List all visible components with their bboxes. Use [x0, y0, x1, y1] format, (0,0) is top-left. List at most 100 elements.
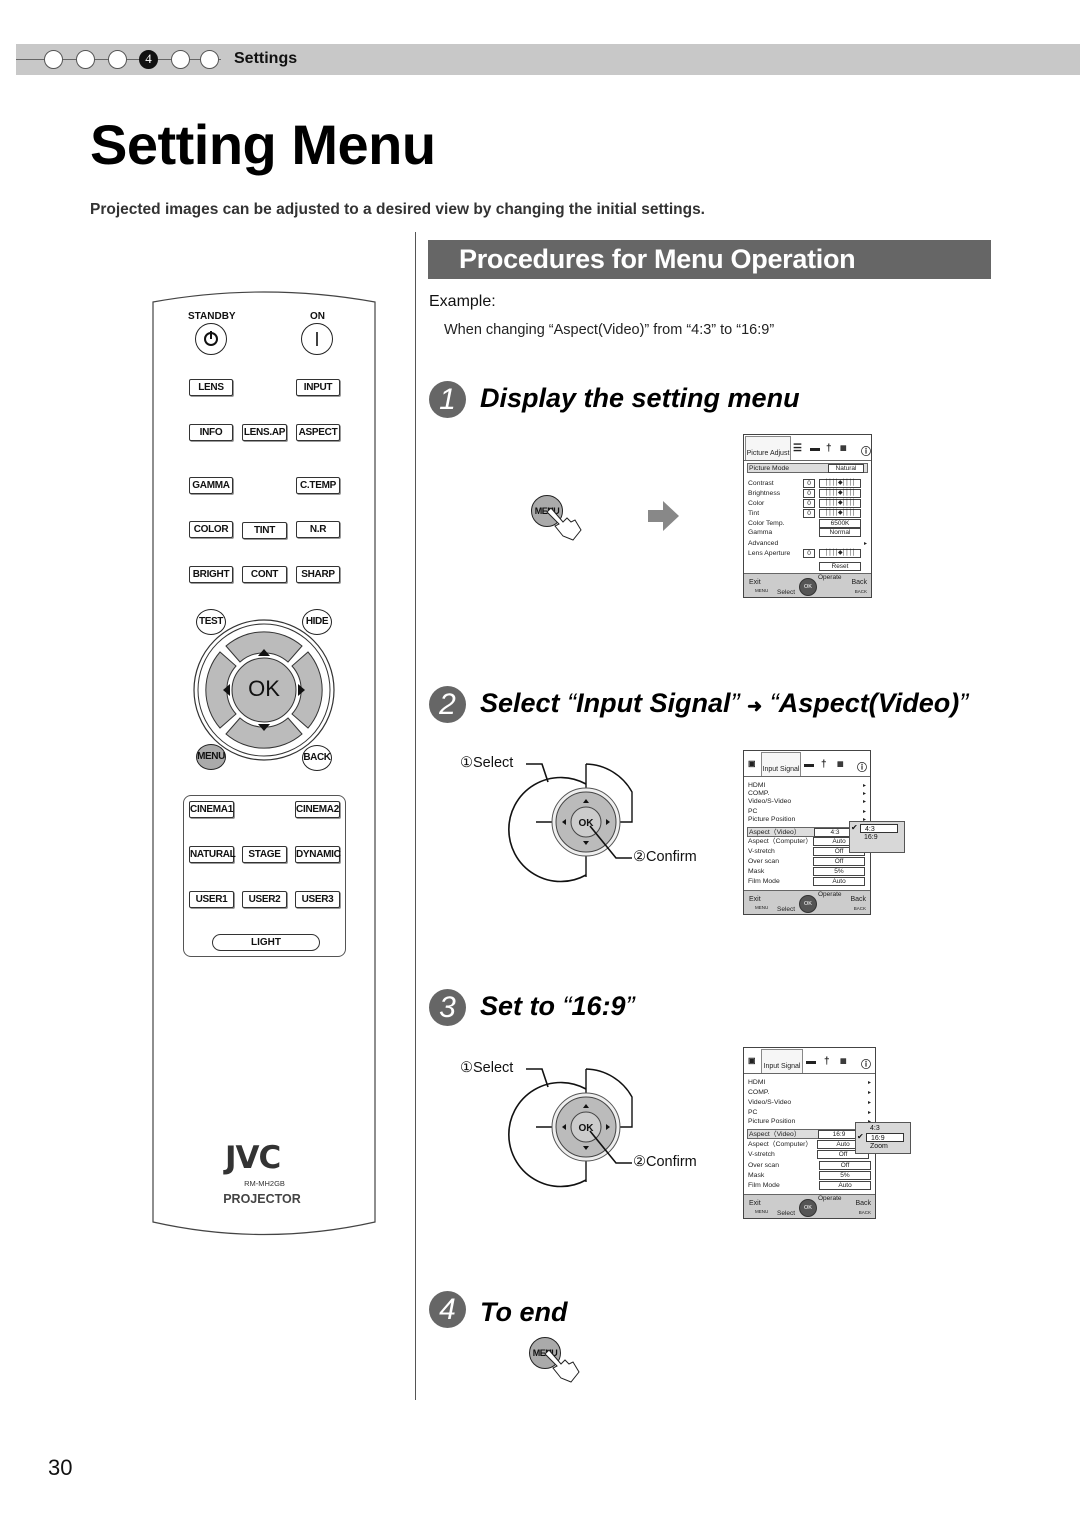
dpad-diagram-step-2: OK ①Select ②Confirm [458, 752, 718, 887]
option-zoom[interactable]: Zoom [866, 1142, 888, 1151]
cinema1-button[interactable]: CINEMA1 [189, 801, 234, 818]
step-number: 4 [429, 1291, 466, 1328]
info-icon[interactable]: ⓘ [861, 443, 871, 458]
mask-row[interactable]: Mask 5% [747, 867, 867, 877]
checkmark-icon: ✔ [851, 823, 858, 832]
tint-button[interactable]: TINT [242, 522, 287, 539]
cinema2-button[interactable]: CINEMA2 [295, 801, 340, 818]
settings-icon[interactable]: ▦ [837, 760, 844, 768]
reset-row[interactable]: Reset [747, 562, 868, 572]
film-mode-row[interactable]: Film Mode Auto [747, 1181, 872, 1191]
sharp-button[interactable]: SHARP [296, 566, 340, 583]
dynamic-button[interactable]: DYNAMIC [295, 846, 341, 863]
aspect-button[interactable]: ASPECT [296, 424, 340, 441]
installation-icon[interactable]: ▬ [806, 1056, 816, 1067]
menu-button[interactable]: MENU [196, 744, 226, 770]
pointing-hand-icon [546, 507, 582, 541]
color-slider[interactable]: ││││◆││││ [819, 499, 861, 508]
advanced-row[interactable]: Advanced ▸ [747, 539, 868, 549]
brightness-slider[interactable]: ││││◆││││ [819, 489, 861, 498]
brightness-row[interactable]: Brightness 0 ││││◆││││ [747, 489, 868, 499]
info-icon[interactable]: ⓘ [857, 759, 867, 774]
video-s-video-row[interactable]: Video/S-Video ▸ [747, 1098, 872, 1108]
tab-input-signal[interactable]: Input Signal [761, 752, 801, 776]
function-icon[interactable]: † [826, 443, 832, 454]
function-icon[interactable]: † [821, 759, 827, 770]
lens-button[interactable]: LENS [189, 379, 233, 396]
menu-press-illustration: MENU [531, 495, 591, 541]
tint-slider[interactable]: ││││◆││││ [819, 509, 861, 518]
cont-button[interactable]: CONT [242, 566, 287, 583]
info-button[interactable]: INFO [189, 424, 233, 441]
osd-footer: Exit MENU Select OK Operate Back BACK [744, 890, 870, 914]
v-stretch-row[interactable]: V-stretch Off [747, 1150, 872, 1160]
option-4-3[interactable]: 4:3 [866, 1124, 880, 1133]
stage-button[interactable]: STAGE [242, 846, 287, 863]
c-temp-button[interactable]: C.TEMP [296, 477, 340, 494]
lens-aperture-row[interactable]: Lens Aperture 0 ││││◆││││ [747, 549, 868, 559]
tab-input-signal[interactable]: Input Signal [761, 1049, 803, 1073]
reset-button[interactable]: Reset [819, 562, 861, 571]
installation-icon[interactable]: ▬ [810, 443, 820, 454]
mask-row[interactable]: Mask 5% [747, 1171, 872, 1181]
lens-aperture-slider[interactable]: ││││◆││││ [819, 549, 861, 558]
progress-dot-2 [76, 50, 95, 69]
picture-mode-row[interactable]: Picture Mode Natural [747, 463, 868, 473]
user1-button[interactable]: USER1 [189, 891, 234, 908]
progress-dot-4-active: 4 [139, 50, 158, 69]
osd-tab-bar: ▣ Input Signal ▬ † ▦ ⓘ [744, 1048, 875, 1074]
tab-picture-adjust[interactable]: Picture Adjust [745, 436, 791, 460]
section-breadcrumb: Settings [234, 50, 298, 67]
standby-button[interactable] [195, 323, 227, 355]
picture-adjust-icon[interactable]: ▣ [748, 759, 756, 768]
picture-mode-value: Natural [828, 464, 864, 473]
input-button[interactable]: INPUT [296, 379, 340, 396]
ok-label[interactable]: OK [246, 676, 282, 702]
picture-adjust-icon[interactable]: ▣ [748, 1056, 756, 1065]
contrast-row[interactable]: Contrast 0 ││││◆││││ [747, 479, 868, 489]
section-heading: Procedures for Menu Operation [428, 240, 991, 279]
light-button[interactable]: LIGHT [212, 934, 320, 951]
standby-label: STANDBY [188, 311, 236, 322]
option-16-9-selected[interactable]: 16:9 [866, 1133, 904, 1142]
back-button[interactable]: BACK [302, 745, 332, 771]
installation-icon[interactable]: ▬ [804, 759, 814, 770]
hdmi-row[interactable]: HDMI ▸ [747, 1078, 872, 1088]
tint-row[interactable]: Tint 0 ││││◆││││ [747, 509, 868, 519]
color-button[interactable]: COLOR [189, 521, 233, 538]
input-signal-icon[interactable]: ☰ [793, 443, 802, 454]
dial-icon: OK [799, 895, 817, 913]
on-icon [316, 332, 318, 346]
video-s-video-row[interactable]: Video/S-Video ▸ [747, 797, 867, 807]
aspect-video-row[interactable]: Aspect（Video） 16:9 [747, 1129, 872, 1139]
test-button[interactable]: TEST [196, 609, 226, 635]
user2-button[interactable]: USER2 [242, 891, 287, 908]
hide-button[interactable]: HIDE [302, 609, 332, 635]
nr-button[interactable]: N.R [296, 521, 340, 538]
natural-button[interactable]: NATURAL [189, 846, 236, 863]
gamma-button[interactable]: GAMMA [189, 477, 233, 494]
over-scan-row[interactable]: Over scan Off [747, 1161, 872, 1171]
film-mode-row[interactable]: Film Mode Auto [747, 877, 867, 887]
color-row[interactable]: Color 0 ││││◆││││ [747, 499, 868, 509]
picture-position-row[interactable]: Picture Position▸ [747, 1117, 872, 1127]
chapter-progress-bar: 4 Settings [16, 44, 1080, 75]
settings-icon[interactable]: ▦ [840, 1057, 847, 1065]
info-icon[interactable]: ⓘ [861, 1056, 871, 1071]
user3-button[interactable]: USER3 [295, 891, 340, 908]
option-4-3-selected[interactable]: 4:3 [860, 824, 898, 833]
step-title: Set to “16:9” [480, 991, 635, 1021]
over-scan-row[interactable]: Over scan Off [747, 857, 867, 867]
settings-icon[interactable]: ▦ [840, 444, 847, 452]
osd-tab-bar: ▣ Input Signal ▬ † ▦ ⓘ [744, 751, 870, 777]
bright-button[interactable]: BRIGHT [189, 566, 233, 583]
gamma-row[interactable]: Gamma Normal [747, 528, 868, 538]
comp-row[interactable]: COMP. ▸ [747, 1088, 872, 1098]
on-button[interactable] [301, 323, 333, 355]
contrast-slider[interactable]: ││││◆││││ [819, 479, 861, 488]
function-icon[interactable]: † [824, 1056, 830, 1067]
option-16-9[interactable]: 16:9 [860, 833, 878, 842]
arrow-icon: ➜ [747, 696, 763, 716]
aspect-computer-row[interactable]: Aspect（Computer） Auto [747, 1140, 872, 1150]
lens-ap-button[interactable]: LENS.AP [242, 424, 287, 441]
